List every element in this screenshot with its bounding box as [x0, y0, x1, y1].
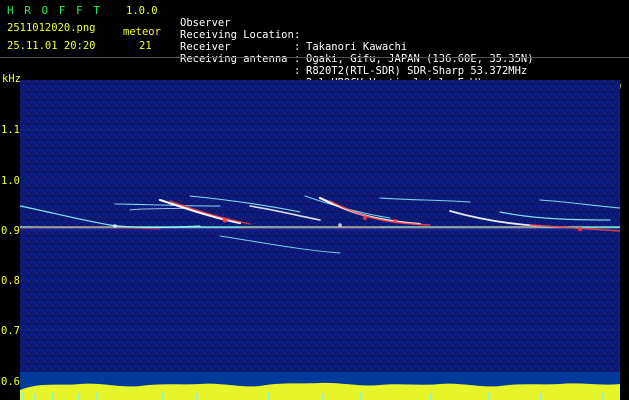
frequency-unit-label: kHz [2, 73, 21, 85]
strength-svg [20, 372, 620, 400]
app-version: 1.0.0 [126, 5, 158, 17]
meteor-count: 21 [139, 40, 152, 52]
spectrogram-plot [20, 80, 620, 372]
hrofft-window: H R O F F T 1.0.0 2511012020.png meteor … [0, 0, 629, 400]
receiver-row: Receiver : R820T2(RTL-SDR) SDR-Sharp 53.… [180, 29, 620, 77]
antenna-label: Receiving antenna [180, 53, 288, 65]
y-tick-label: 0.6 [1, 376, 20, 388]
image-filename: 2511012020.png [7, 22, 96, 34]
y-tick-label: 0.9 [1, 225, 20, 237]
y-tick-label: 1.1 [1, 124, 20, 136]
strength-profile [20, 382, 620, 400]
header-divider [0, 57, 629, 58]
y-tick-label: 0.7 [1, 325, 20, 337]
station-info: Observer : Takanori Kawachi Receiving Lo… [180, 5, 620, 89]
location-value: Ogaki, Gifu, JAPAN (136.60E, 35.35N) [306, 53, 534, 65]
y-tick-label: 0.8 [1, 275, 20, 287]
meteor-label: meteor [123, 26, 161, 38]
receiver-value: R820T2(RTL-SDR) SDR-Sharp 53.372MHz [306, 65, 528, 77]
antenna-row: Receiving antenna : 2el-HB9CV Vertical (… [180, 41, 620, 89]
y-tick-label: 1.0 [1, 175, 20, 187]
spectrogram-svg [20, 80, 620, 372]
observer-row: Observer : Takanori Kawachi [180, 5, 620, 53]
antenna-colon: : [294, 65, 301, 77]
location-row: Receiving Location : Ogaki, Gifu, JAPAN … [180, 17, 620, 65]
recording-timestamp: 25.11.01 20:20 [7, 40, 96, 52]
app-title: H R O F F T [7, 4, 102, 17]
signal-strength-band [20, 372, 620, 400]
